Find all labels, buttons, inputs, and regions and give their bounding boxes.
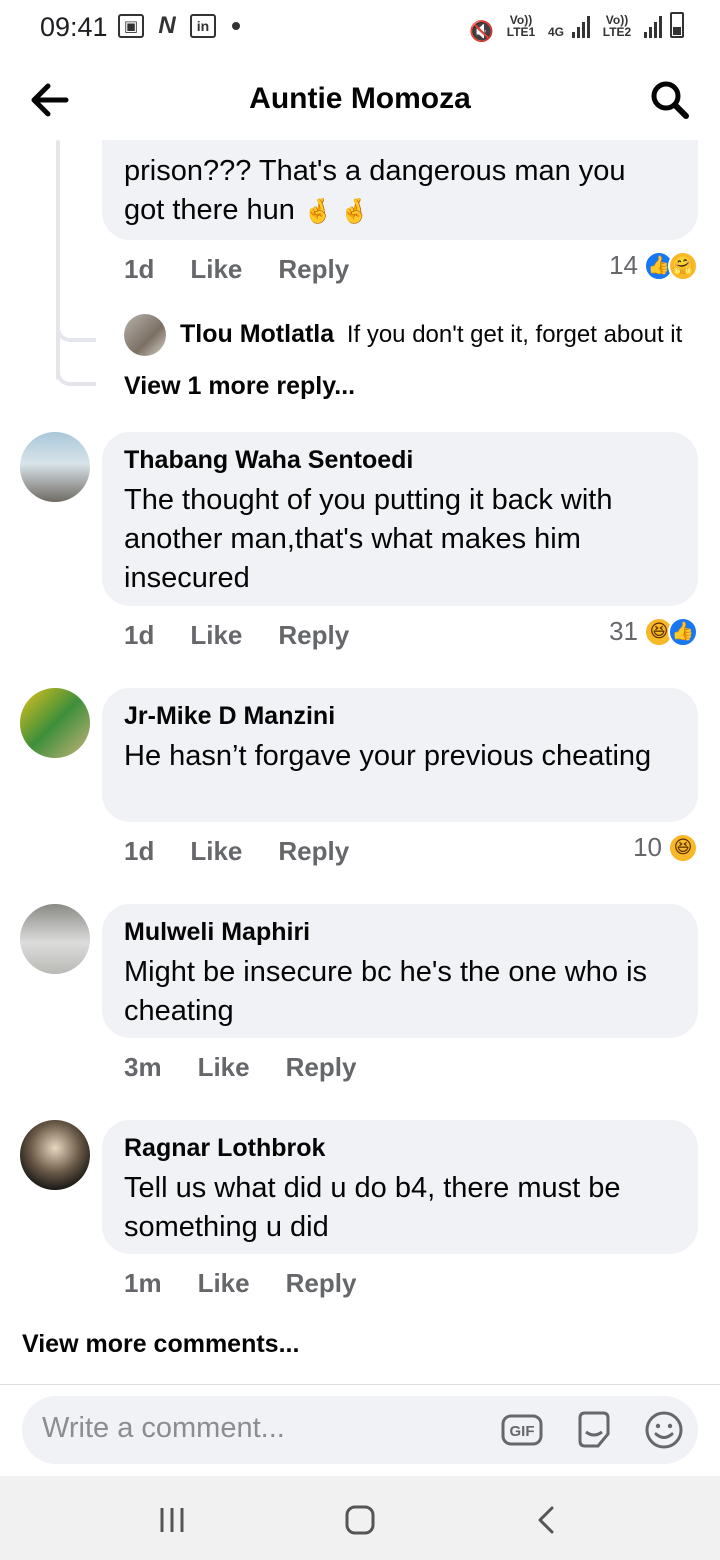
comment-bubble[interactable]: Mulweli Maphiri Might be insecure bc he'… [102,904,698,1038]
haha-reaction-icon: 😆 [668,832,698,863]
reaction-count: 10 [633,832,662,862]
reaction-count: 31 [609,616,638,646]
avatar[interactable] [20,1120,90,1190]
comment-bubble[interactable]: Jr-Mike D Manzini He hasn’t forgave your… [102,688,698,822]
more-notifications-dot-icon [232,22,240,30]
comment-time: 1d [124,836,155,866]
system-status-icons: 🔇 Vo)) LTE1 4G Vo)) LTE2 [469,12,684,43]
like-button[interactable]: Like [198,1268,250,1299]
page-title: Auntie Momoza [249,82,471,115]
system-nav-bar [0,1476,720,1560]
like-button[interactable]: Like [190,620,242,651]
emoji-icon[interactable] [642,1408,686,1452]
reply-button[interactable]: Reply [278,836,349,867]
comment-author[interactable]: Mulweli Maphiri [124,918,676,947]
signal1-icon [572,16,590,38]
sim2-label: Vo)) LTE2 [602,13,632,39]
gif-icon[interactable]: GIF [500,1408,544,1452]
status-bar: 09:41 ▣ N in 🔇 Vo)) LTE1 4G Vo)) LTE2 [0,0,720,56]
signal2-icon [644,16,662,38]
comment-time: 1d [124,620,155,650]
comment-text: The thought of you putting it back with … [124,484,613,594]
comment-text: prison??? That's a dangerous man you got… [124,155,626,226]
comment-time: 1d [124,254,155,284]
reply-button[interactable]: Reply [278,254,349,285]
comment-actions: 1d Like Reply [124,620,349,651]
view-more-replies-link[interactable]: View 1 more reply... [124,372,355,401]
avatar[interactable] [20,904,90,974]
comment-composer[interactable]: Write a comment... GIF [22,1396,698,1464]
sticker-icon[interactable] [572,1408,616,1452]
avatar[interactable] [20,432,90,502]
reaction-summary[interactable]: 14 👍 🤗 [609,250,698,281]
reaction-count: 14 [609,250,638,280]
comment-author[interactable]: Ragnar Lothbrok [124,1134,676,1163]
comment-text: He hasn’t forgave your previous cheating [124,740,652,772]
svg-text:GIF: GIF [510,1423,535,1440]
comment-bubble[interactable]: Ragnar Lothbrok Tell us what did u do b4… [102,1120,698,1254]
battery-icon [670,12,684,38]
comment-actions: 1d Like Reply [124,254,349,285]
thread-branch [56,362,96,386]
sim1-label: Vo)) LTE1 [506,13,536,39]
home-icon[interactable] [340,1500,380,1540]
reply-button[interactable]: Reply [278,620,349,651]
like-button[interactable]: Like [198,1052,250,1083]
thread-branch [56,318,96,342]
divider [0,1384,720,1385]
comment-author[interactable]: Jr-Mike D Manzini [124,702,676,731]
comment-input[interactable]: Write a comment... [42,1412,285,1445]
reply-author: Tlou Motlatla [180,320,335,348]
comment-text: Tell us what did u do b4, there must be … [124,1172,621,1243]
comment-actions: 1d Like Reply [124,836,349,867]
comment-time: 3m [124,1052,162,1082]
reply-button[interactable]: Reply [286,1268,357,1299]
header: Auntie Momoza [0,60,720,140]
view-more-comments-link[interactable]: View more comments... [22,1330,299,1359]
avatar[interactable] [20,688,90,758]
n-notification-icon: N [158,12,176,39]
comment-bubble[interactable]: prison??? That's a dangerous man you got… [102,140,698,240]
comment-bubble[interactable]: Thabang Waha Sentoedi The thought of you… [102,432,698,606]
back-nav-icon[interactable] [528,1500,568,1540]
recent-apps-icon[interactable] [152,1500,192,1540]
comment-time: 1m [124,1268,162,1298]
avatar[interactable] [124,314,166,356]
reaction-summary[interactable]: 31 😆 👍 [609,616,698,647]
mute-icon: 🔇 [469,21,494,43]
search-icon[interactable] [648,78,692,122]
status-time: 09:41 [40,12,108,42]
comment-actions: 3m Like Reply [124,1052,356,1083]
like-reaction-icon: 👍 [668,616,698,647]
reply-preview[interactable]: Tlou Motlatla If you don't get it, forge… [180,320,682,349]
crossed-fingers-emoji: 🤞 🤞 [302,198,370,225]
comment-actions: 1m Like Reply [124,1268,356,1299]
network-type: 4G [547,25,564,39]
comment-text: Might be insecure bc he's the one who is… [124,956,648,1027]
like-button[interactable]: Like [190,254,242,285]
comment-author[interactable]: Thabang Waha Sentoedi [124,446,676,475]
reaction-summary[interactable]: 10 😆 [633,832,698,863]
reply-text: If you don't get it, forget about it [346,321,683,348]
like-button[interactable]: Like [190,836,242,867]
gallery-notification-icon: ▣ [118,14,144,38]
notification-icons: ▣ N in [118,12,240,39]
linkedin-notification-icon: in [190,14,216,38]
thread-line [56,140,60,380]
reply-button[interactable]: Reply [286,1052,357,1083]
care-reaction-icon: 🤗 [668,250,698,281]
